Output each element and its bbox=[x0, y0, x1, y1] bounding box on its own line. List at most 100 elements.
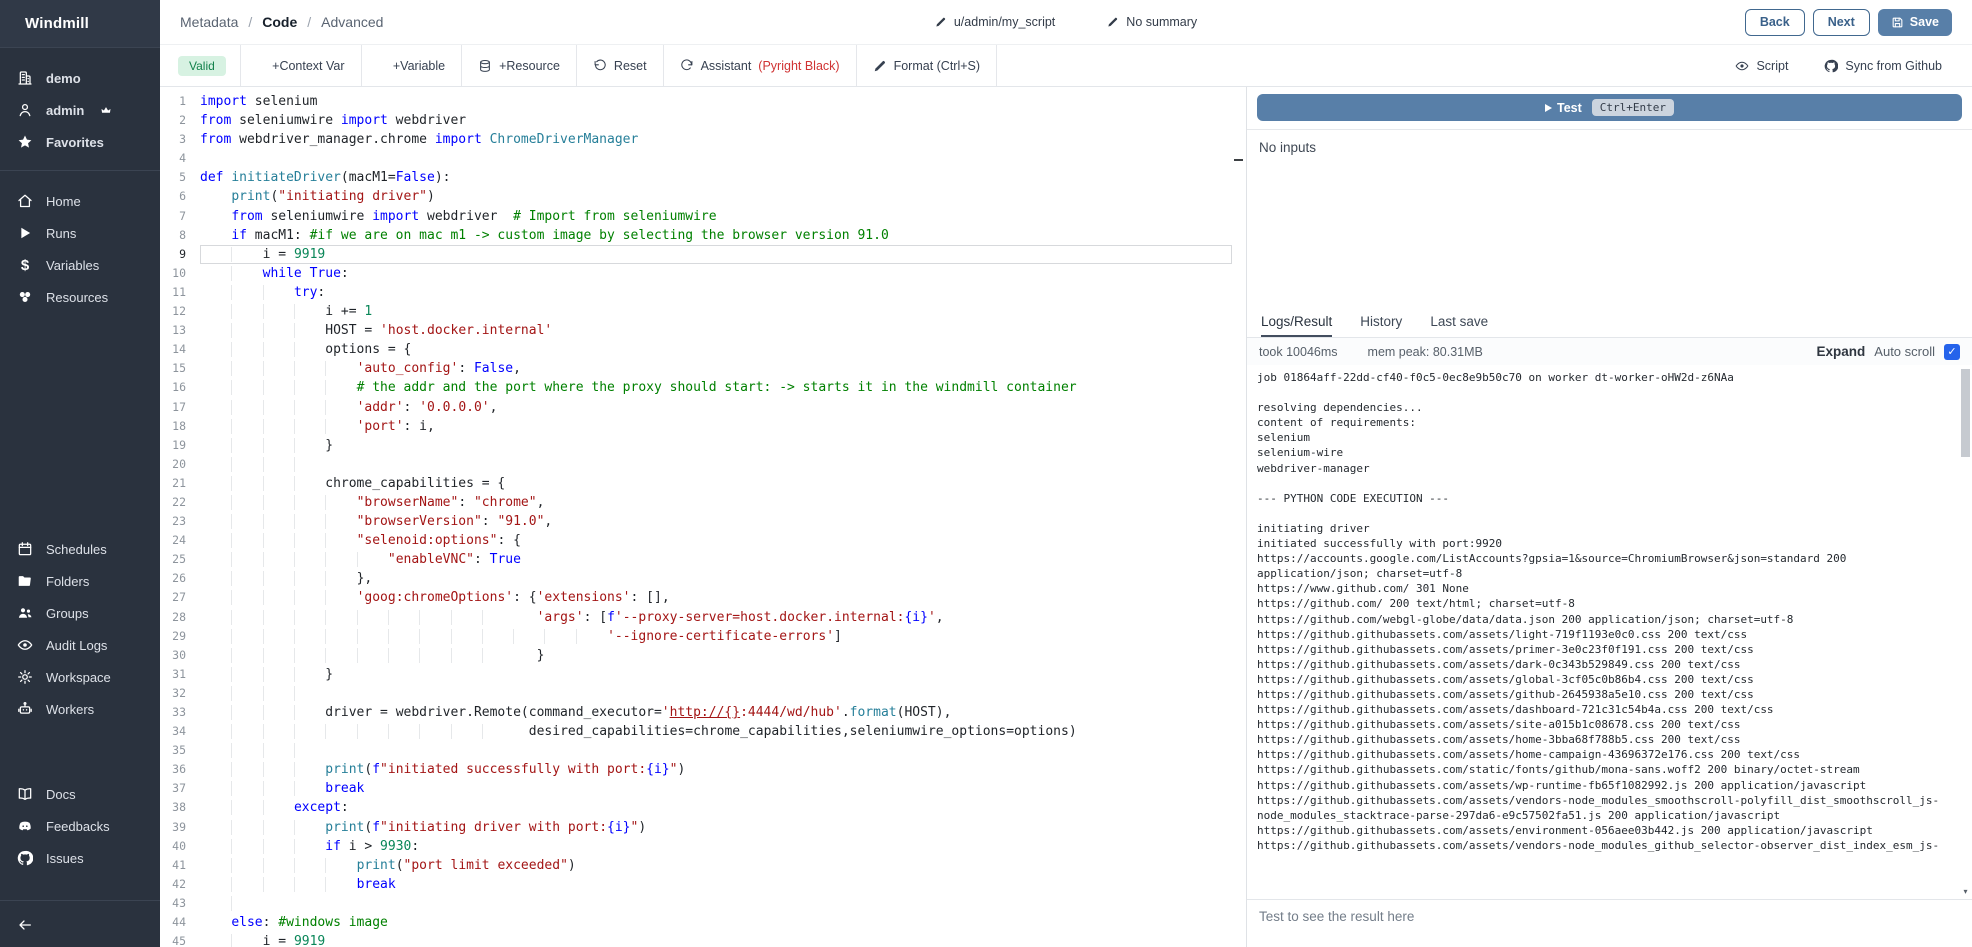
code-line[interactable]: 24 "selenoid:options": { bbox=[160, 531, 1232, 550]
code-line[interactable]: 10 while True: bbox=[160, 264, 1232, 283]
sidebar-item-label: demo bbox=[46, 71, 81, 86]
collapse-sidebar-button[interactable] bbox=[0, 909, 160, 941]
sidebar-item-docs[interactable]: Docs bbox=[0, 778, 160, 810]
code-line[interactable]: 36 print(f"initiated successfully with p… bbox=[160, 760, 1232, 779]
code-line[interactable]: 14 options = { bbox=[160, 340, 1232, 359]
log-scrollbar[interactable]: ▾ bbox=[1959, 367, 1970, 897]
sidebar-item-workers[interactable]: Workers bbox=[0, 693, 160, 725]
breadcrumb: Metadata/Code/Advanced bbox=[180, 14, 383, 30]
sidebar-item-workspace-demo[interactable]: demo bbox=[0, 62, 160, 94]
code-line[interactable]: 19 } bbox=[160, 436, 1232, 455]
code-lines[interactable]: 1import selenium2from seleniumwire impor… bbox=[160, 87, 1232, 947]
sidebar-item-folders[interactable]: Folders bbox=[0, 565, 160, 597]
sidebar-item-schedules[interactable]: Schedules bbox=[0, 533, 160, 565]
code-line[interactable]: 21 chrome_capabilities = { bbox=[160, 474, 1232, 493]
toolbar-button-assistant[interactable]: Assistant (Pyright Black) bbox=[664, 45, 856, 86]
log-output[interactable]: job 01864aff-22dd-cf40-f0c5-0ec8e9b50c70… bbox=[1247, 365, 1972, 899]
toolbar-button-reset[interactable]: Reset bbox=[577, 45, 663, 86]
save-button[interactable]: Save bbox=[1878, 9, 1952, 36]
code-line[interactable]: 37 break bbox=[160, 779, 1232, 798]
code-line[interactable]: 45 i = 9919 bbox=[160, 932, 1232, 947]
code-line[interactable]: 17 'addr': '0.0.0.0', bbox=[160, 398, 1232, 417]
log-scrollbar-thumb[interactable] bbox=[1961, 369, 1970, 457]
topbar: Metadata/Code/Advanced u/admin/my_script… bbox=[160, 0, 1972, 45]
expand-logs-button[interactable]: Expand bbox=[1817, 344, 1866, 359]
code-line[interactable]: 39 print(f"initiating driver with port:{… bbox=[160, 818, 1232, 837]
logo-bar[interactable]: Windmill bbox=[0, 0, 160, 48]
line-number: 29 bbox=[160, 627, 200, 646]
tab-logs-result[interactable]: Logs/Result bbox=[1261, 307, 1332, 337]
back-button[interactable]: Back bbox=[1745, 9, 1805, 36]
sidebar-item-resources[interactable]: Resources bbox=[0, 281, 160, 313]
pencil-icon bbox=[1107, 16, 1119, 28]
breadcrumb-code[interactable]: Code bbox=[262, 14, 297, 30]
code-line[interactable]: 29 '--ignore-certificate-errors'] bbox=[160, 627, 1232, 646]
code-line[interactable]: 42 break bbox=[160, 875, 1232, 894]
code-line[interactable]: 16 # the addr and the port where the pro… bbox=[160, 378, 1232, 397]
code-line[interactable]: 25 "enableVNC": True bbox=[160, 550, 1232, 569]
code-line[interactable]: 3from webdriver_manager.chrome import Ch… bbox=[160, 130, 1232, 149]
code-line[interactable]: 40 if i > 9930: bbox=[160, 837, 1232, 856]
tab-last-save[interactable]: Last save bbox=[1430, 307, 1488, 337]
code-editor[interactable]: 1import selenium2from seleniumwire impor… bbox=[160, 87, 1246, 947]
next-button[interactable]: Next bbox=[1813, 9, 1870, 36]
code-line[interactable]: 22 "browserName": "chrome", bbox=[160, 493, 1232, 512]
code-line[interactable]: 8 if macM1: #if we are on mac m1 -> cust… bbox=[160, 226, 1232, 245]
sidebar-item-audit-logs[interactable]: Audit Logs bbox=[0, 629, 160, 661]
code-line[interactable]: 20 bbox=[160, 455, 1232, 474]
code-line[interactable]: 26 }, bbox=[160, 569, 1232, 588]
tab-history[interactable]: History bbox=[1360, 307, 1402, 337]
sidebar-item-home[interactable]: Home bbox=[0, 185, 160, 217]
code-line[interactable]: 41 print("port limit exceeded") bbox=[160, 856, 1232, 875]
sidebar-item-groups[interactable]: Groups bbox=[0, 597, 160, 629]
code-line[interactable]: 7 from seleniumwire import webdriver # I… bbox=[160, 207, 1232, 226]
code-line[interactable]: 32 bbox=[160, 684, 1232, 703]
script-path-edit[interactable]: u/admin/my_script bbox=[935, 15, 1055, 29]
toolbar-button--variable[interactable]: $+Variable bbox=[362, 45, 462, 86]
code-line[interactable]: 43 bbox=[160, 894, 1232, 913]
code-line[interactable]: 15 'auto_config': False, bbox=[160, 359, 1232, 378]
code-line[interactable]: 18 'port': i, bbox=[160, 417, 1232, 436]
code-line[interactable]: 11 try: bbox=[160, 283, 1232, 302]
code-line[interactable]: 12 i += 1 bbox=[160, 302, 1232, 321]
code-line[interactable]: 28 'args': [f'--proxy-server=host.docker… bbox=[160, 608, 1232, 627]
code-line[interactable]: 13 HOST = 'host.docker.internal' bbox=[160, 321, 1232, 340]
code-line[interactable]: 23 "browserVersion": "91.0", bbox=[160, 512, 1232, 531]
scroll-down-arrow[interactable]: ▾ bbox=[1961, 887, 1970, 896]
code-line[interactable]: 30 } bbox=[160, 646, 1232, 665]
sidebar-item-issues[interactable]: Issues bbox=[0, 842, 160, 874]
script-summary-edit[interactable]: No summary bbox=[1107, 15, 1197, 29]
toolbar-button-script[interactable]: Script bbox=[1719, 45, 1804, 86]
code-line[interactable]: 4 bbox=[160, 149, 1232, 168]
sidebar-item-favorites[interactable]: Favorites bbox=[0, 126, 160, 158]
code-line[interactable]: 31 } bbox=[160, 665, 1232, 684]
sidebar-item-user-admin[interactable]: admin bbox=[0, 94, 160, 126]
toolbar-button-format-ctrl-s-[interactable]: Format (Ctrl+S) bbox=[857, 45, 996, 86]
code-line[interactable]: 2from seleniumwire import webdriver bbox=[160, 111, 1232, 130]
code-line[interactable]: 34 desired_capabilities=chrome_capabilit… bbox=[160, 722, 1232, 741]
test-button[interactable]: Test Ctrl+Enter bbox=[1257, 94, 1962, 121]
editor-scrollbar[interactable] bbox=[1232, 87, 1246, 947]
toolbar-button--context-var[interactable]: $+Context Var bbox=[241, 45, 361, 86]
sidebar-item-workspace[interactable]: Workspace bbox=[0, 661, 160, 693]
code-line[interactable]: 44 else: #windows image bbox=[160, 913, 1232, 932]
code-line[interactable]: 38 except: bbox=[160, 798, 1232, 817]
sidebar-item-feedbacks[interactable]: Feedbacks bbox=[0, 810, 160, 842]
code-line[interactable]: 6 print("initiating driver") bbox=[160, 187, 1232, 206]
breadcrumb-metadata[interactable]: Metadata bbox=[180, 14, 238, 30]
sidebar-item-runs[interactable]: Runs bbox=[0, 217, 160, 249]
code-line[interactable]: 1import selenium bbox=[160, 92, 1232, 111]
toolbar-button--resource[interactable]: +Resource bbox=[462, 45, 576, 86]
autoscroll-checkbox[interactable]: ✓ bbox=[1944, 344, 1960, 360]
code-line[interactable]: 33 driver = webdriver.Remote(command_exe… bbox=[160, 703, 1232, 722]
code-line[interactable]: 27 'goog:chromeOptions': {'extensions': … bbox=[160, 588, 1232, 607]
toolbar-separator bbox=[996, 45, 997, 86]
breadcrumb-advanced[interactable]: Advanced bbox=[321, 14, 383, 30]
github-icon bbox=[1824, 59, 1838, 73]
toolbar-button-sync-from-github[interactable]: Sync from Github bbox=[1808, 45, 1958, 86]
code-line[interactable]: 35 bbox=[160, 741, 1232, 760]
sidebar-item-variables[interactable]: $Variables bbox=[0, 249, 160, 281]
code-line[interactable]: 9 i = 9919 bbox=[160, 245, 1232, 264]
script-path: u/admin/my_script bbox=[954, 15, 1055, 29]
code-line[interactable]: 5def initiateDriver(macM1=False): bbox=[160, 168, 1232, 187]
